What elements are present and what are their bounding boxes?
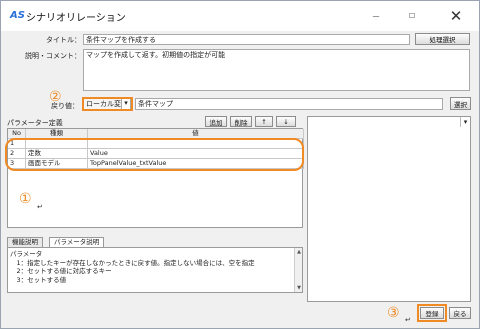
minimize-button[interactable]: — [363,6,389,26]
process-select-button[interactable]: 処理選択 [415,33,470,45]
maximize-button[interactable]: ☐ [399,6,425,26]
title-bar: AS シナリオリレーション — ☐ ✕ [1,1,479,31]
chevron-down-icon[interactable]: ▾ [460,117,470,127]
description-textarea[interactable]: マップを作成して返す。初期値の指定が可能 [83,49,470,91]
scroll-down-icon[interactable]: ▼ [296,285,302,291]
add-param-button[interactable]: 追加 [205,116,227,127]
app-icon: AS [10,10,25,21]
window-title: シナリオリレーション [26,13,126,24]
return-select-button[interactable]: 選択 [450,97,471,110]
right-panel[interactable]: ▾ [307,116,471,302]
annotation-marker-1: ① [19,191,32,207]
annotation-marker-3: ③ [387,305,400,321]
cursor-icon: ↵ [37,203,43,211]
param-section-title: パラメーター定義 [7,119,63,127]
help-line: パラメータ [10,250,43,258]
help-line: 1：指定したキーが存在しなかったときに戻す値。指定しない場合には、空を指定 [10,258,255,267]
return-value-input[interactable]: 条件マップ [135,98,443,110]
scroll-up-icon[interactable]: ▲ [296,249,302,255]
help-line: 2：セットする値に対応するキー [10,267,112,275]
cursor-icon: ↵ [405,316,411,324]
title-label: タイトル： [46,36,81,44]
close-button[interactable]: ✕ [443,6,469,26]
move-up-button[interactable]: ↑ [255,116,273,127]
move-down-button[interactable]: ↓ [276,116,296,127]
help-text-area[interactable]: パラメータ 1：指定したキーが存在しなかったときに戻す値。指定しない場合には、空… [7,247,303,293]
description-label: 説明・コメント： [25,52,81,60]
register-highlight [417,304,447,322]
param-rows-highlight [5,138,304,171]
tab-function-description[interactable]: 機能説明 [7,237,43,247]
help-line: 3：セットする値 [10,275,67,284]
title-input[interactable]: 条件マップを作成する [83,34,410,45]
back-button[interactable]: 戻る [449,307,471,319]
help-text: パラメータ 1：指定したキーが存在しなかったときに戻す値。指定しない場合には、空… [10,250,255,284]
help-scrollbar[interactable]: ▲ ▼ [294,248,302,292]
tab-parameter-description[interactable]: パラメータ説明 [49,237,105,247]
dialog-window: AS シナリオリレーション — ☐ ✕ タイトル： 条件マップを作成する 処理選… [0,0,480,329]
return-label: 戻り値： [51,102,79,110]
delete-param-button[interactable]: 削除 [230,116,252,127]
return-type-highlight [82,97,133,111]
